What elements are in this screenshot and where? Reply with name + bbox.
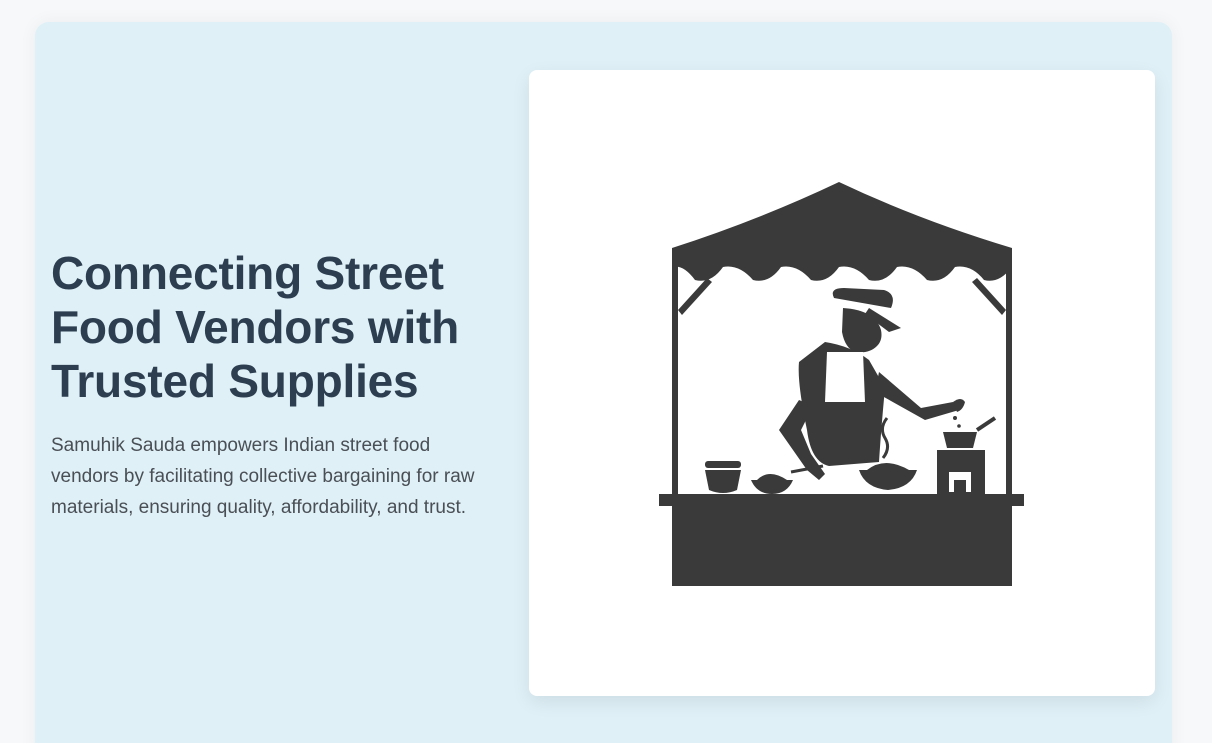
street-food-vendor-stall-illustration (659, 182, 1024, 586)
hero-image-card (529, 70, 1155, 696)
hero-description: Samuhik Sauda empowers Indian street foo… (51, 435, 475, 518)
hero-text-block: Connecting Street Food Vendors with Trus… (51, 246, 501, 523)
hero-section: Connecting Street Food Vendors with Trus… (35, 22, 1172, 743)
hero-title: Connecting Street Food Vendors with Trus… (51, 247, 460, 407)
